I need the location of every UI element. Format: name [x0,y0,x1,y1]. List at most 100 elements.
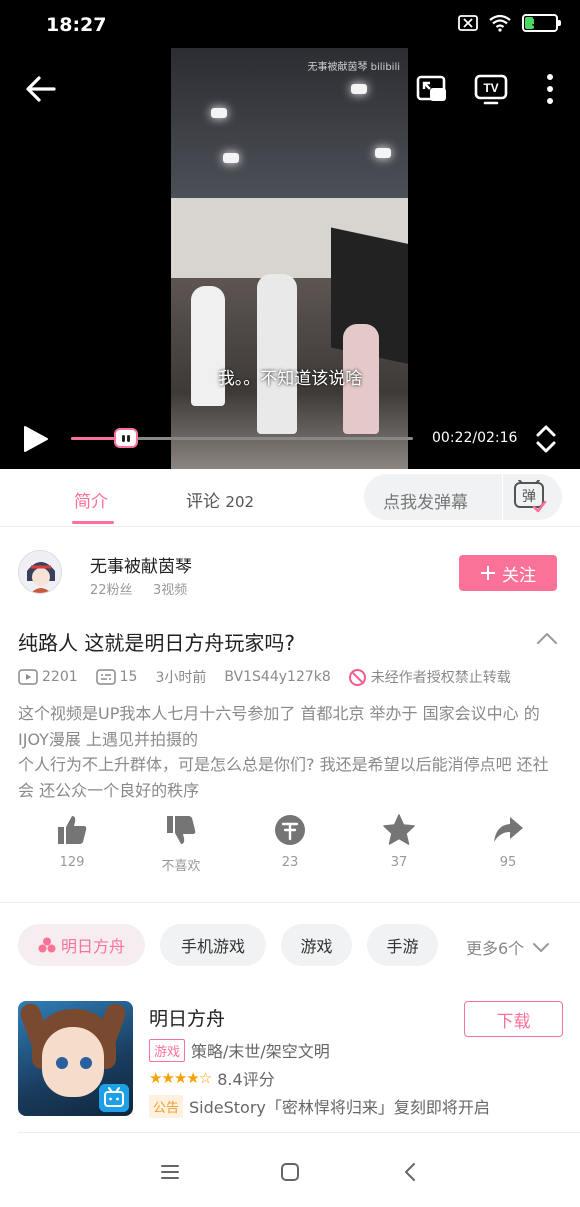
danmaku-settings-icon[interactable]: 弹 [512,480,548,514]
battery-icon: 33 [522,14,561,32]
video-frame[interactable]: 无事被献茵琴 bilibili [171,48,408,469]
danmaku-divider [502,474,503,520]
game-rating: 8.4评分 [217,1070,275,1089]
tab-comments[interactable]: 评论 202 [186,487,254,512]
video-time: 00:22/02:16 [432,430,518,446]
more-menu-icon[interactable] [540,72,560,106]
play-icon[interactable] [20,424,50,454]
tag-chip[interactable]: 明日方舟 [18,924,145,966]
divider [0,902,580,903]
more-tags-button[interactable]: 更多6个 [466,935,550,959]
fullscreen-toggle-icon[interactable] [534,424,558,454]
follow-label: 关注 [502,565,536,586]
sim-off-icon [458,15,478,31]
chevron-down-icon [533,943,550,952]
status-icons: 33 [458,14,561,32]
no-repost-text: 未经作者授权禁止转载 [370,670,511,686]
divider [18,1132,580,1133]
back-arrow-icon[interactable] [24,74,58,104]
uploader-avatar[interactable] [18,550,62,594]
like-count: 129 [59,855,85,870]
video-stats: 2201 15 3小时前 BV1S44y127k8 未经作者授权禁止转载 [18,667,511,687]
favorite-button[interactable]: 37 [364,813,434,870]
danmaku-count-icon [95,669,116,685]
play-count-icon [18,669,38,685]
video-description: 这个视频是UP我本人七月十六号参加了 首都北京 举办于 国家会议中心 的IJOY… [18,704,549,800]
bilibili-tv-icon [99,1084,129,1112]
game-badge: 游戏 [149,1038,186,1062]
game-art-eye [80,1057,92,1069]
video-light [211,108,227,118]
share-count: 95 [499,855,517,870]
danmaku-count-value: 15 [119,669,138,685]
video-watermark: 无事被献茵琴 bilibili [307,62,400,73]
like-button[interactable]: 129 [37,813,107,870]
video-light [351,84,367,94]
tag-label: 明日方舟 [60,937,125,956]
channel-icon [38,937,56,953]
dislike-label: 不喜欢 [161,859,201,874]
game-icon[interactable] [18,1001,133,1116]
progress-knob[interactable] [113,428,138,448]
game-notice-row[interactable]: 公告 SideStory「密林悍将归来」复刻即将开启 [149,1094,490,1118]
no-repost-notice: 未经作者授权禁止转载 [348,667,511,687]
rating-stars: ★★★★☆ [149,1069,212,1087]
follow-button[interactable]: 关注 [459,555,557,591]
star-icon [383,814,415,845]
video-progress-bar[interactable] [71,428,413,448]
dislike-button[interactable]: 不喜欢 [146,813,216,874]
game-genres: 策略/末世/架空文明 [191,1042,330,1061]
uploader-fans: 22粉丝 [90,583,133,598]
nav-back-icon[interactable] [402,1162,418,1182]
tv-cast-icon[interactable]: TV [474,73,508,105]
game-notice: SideStory「密林悍将归来」复刻即将开启 [189,1098,490,1117]
coin-icon [275,815,305,845]
svg-text:TV: TV [483,81,498,95]
tag-chip[interactable]: 手机游戏 [160,924,266,966]
publish-time: 3小时前 [155,670,207,686]
tag-chip[interactable]: 手游 [367,924,438,966]
play-count: 2201 [18,669,78,685]
thumbs-up-icon [58,816,87,844]
notice-badge: 公告 [149,1094,184,1118]
avatar-image [19,551,61,593]
uploader-name[interactable]: 无事被献茵琴 [90,552,192,577]
tag-chip[interactable]: 游戏 [281,924,352,966]
status-time: 18:27 [46,14,107,36]
tab-intro[interactable]: 简介 [74,487,108,512]
share-button[interactable]: 95 [473,813,543,870]
uploader-video-count: 3视频 [153,583,188,598]
more-tags-label: 更多6个 [466,939,525,958]
danmaku-input[interactable]: 点我发弹幕 [383,488,468,513]
coin-button[interactable]: 23 [255,813,325,870]
game-name[interactable]: 明日方舟 [149,1004,225,1031]
forbidden-icon [348,668,366,686]
game-rating-row: ★★★★☆ 8.4评分 [149,1066,275,1090]
home-icon[interactable] [281,1163,299,1181]
danmaku-glyph: 弹 [522,489,536,505]
video-subtitle: 我。。不知道该说啥 [217,369,363,389]
tab-comments-label: 评论 [186,492,220,512]
download-button[interactable]: 下载 [464,1001,563,1037]
danmaku-count: 15 [95,669,138,685]
bvid: BV1S44y127k8 [224,669,331,685]
video-player[interactable]: 无事被献茵琴 bilibili 我。。不知道该说啥 [0,0,580,469]
video-title: 纯路人 这就是明日方舟玩家吗? [18,631,295,655]
system-nav-bar [0,1140,580,1207]
coin-count: 23 [281,855,299,870]
screen-cast-icon[interactable] [416,73,448,105]
play-count-value: 2201 [42,669,78,685]
game-art-face [42,1027,104,1097]
video-person [257,274,297,434]
chevron-up-icon[interactable] [536,630,558,646]
recent-apps-icon[interactable] [160,1164,180,1180]
battery-level: 33 [531,15,549,29]
status-bar: 18:27 33 [0,0,580,50]
share-arrow-icon [494,817,523,842]
video-light [223,153,239,163]
tab-active-indicator [72,521,114,524]
wifi-icon [489,14,511,32]
game-art-eye [56,1057,68,1069]
thumbs-down-icon [167,816,196,844]
favorite-count: 37 [390,855,408,870]
